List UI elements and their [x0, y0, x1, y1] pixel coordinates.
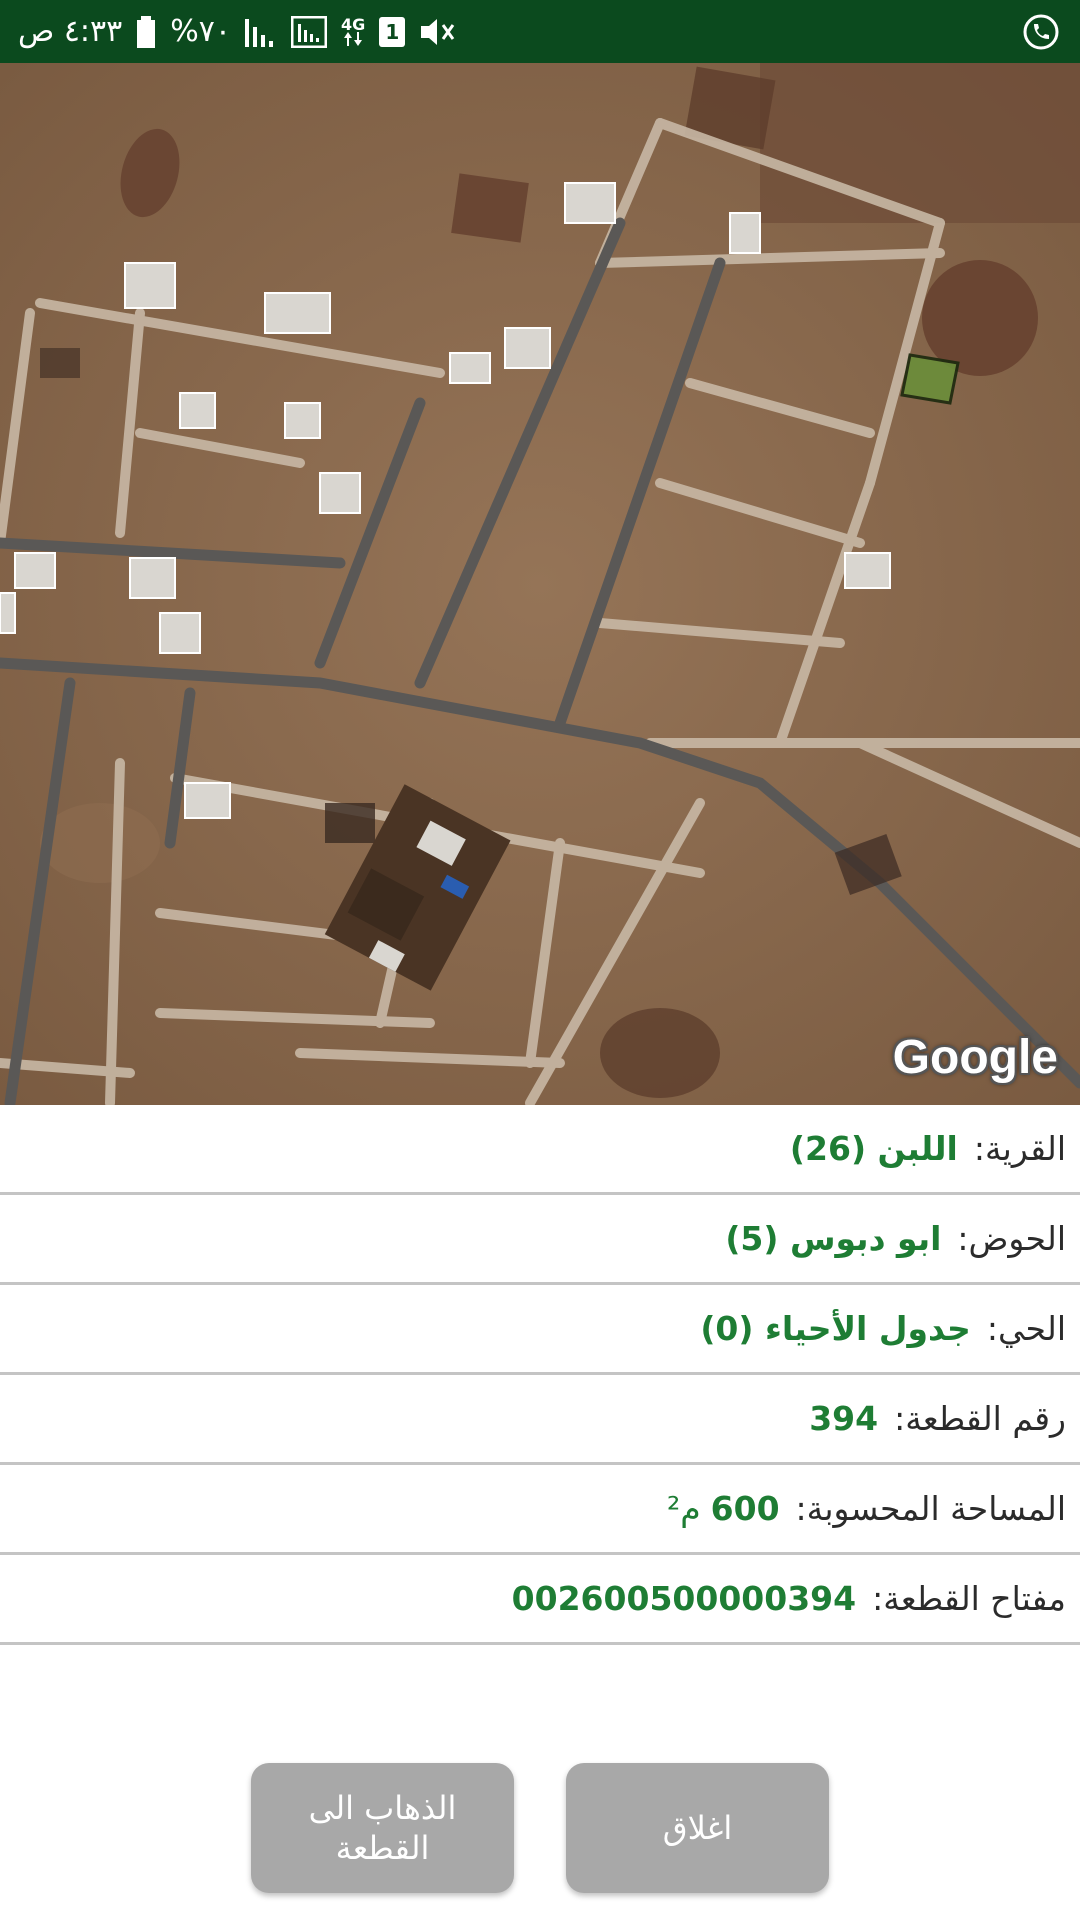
mute-icon: [419, 16, 455, 48]
close-button[interactable]: اغلاق: [566, 1763, 829, 1893]
battery-icon: [136, 15, 156, 48]
google-attribution: Google: [892, 1031, 1058, 1084]
info-row-basin: الحوض: ابو دبوس (5): [0, 1195, 1080, 1285]
parcel-number-label: رقم القطعة:: [894, 1399, 1066, 1438]
status-left-group: ٤:٣٣ ص %٧٠ 4G 1: [0, 0, 455, 63]
status-bar: ٤:٣٣ ص %٧٠ 4G 1: [0, 0, 1080, 63]
basin-label: الحوض:: [957, 1219, 1066, 1258]
signal-box-icon: [291, 15, 328, 48]
area-value: 600: [710, 1489, 780, 1528]
district-value: جدول الأحياء (0): [700, 1309, 971, 1348]
info-row-parcel-key: مفتاح القطعة: 002600500000394: [0, 1555, 1080, 1645]
status-right-group: [1022, 13, 1080, 51]
area-unit: م²: [666, 1489, 701, 1528]
area-label: المساحة المحسوبة:: [795, 1489, 1066, 1528]
info-row-district: الحي: جدول الأحياء (0): [0, 1285, 1080, 1375]
battery-level: %٧٠: [170, 14, 232, 49]
basin-value: ابو دبوس (5): [725, 1219, 942, 1258]
go-to-parcel-button[interactable]: الذهاب الى القطعة: [251, 1763, 514, 1893]
action-buttons: الذهاب الى القطعة اغلاق: [0, 1763, 1080, 1893]
info-row-area: المساحة المحسوبة: 600 م²: [0, 1465, 1080, 1555]
signal-icon: [245, 17, 277, 47]
village-label: القرية:: [973, 1129, 1066, 1168]
call-icon: [1022, 13, 1060, 51]
district-label: الحي:: [986, 1309, 1066, 1348]
highlighted-parcel[interactable]: [900, 353, 960, 405]
satellite-map[interactable]: Google: [0, 63, 1080, 1105]
parcel-key-value: 002600500000394: [511, 1579, 857, 1618]
info-row-parcel-number: رقم القطعة: 394: [0, 1375, 1080, 1465]
parcel-key-label: مفتاح القطعة:: [872, 1579, 1066, 1618]
sim-slot-label: 1: [385, 19, 400, 44]
village-value: اللبن (26): [789, 1129, 958, 1168]
parcel-number-value: 394: [809, 1399, 879, 1438]
sim-1-icon: 1: [379, 16, 406, 47]
map-imagery: [0, 63, 1080, 1105]
parcel-info-list: القرية: اللبن (26) الحوض: ابو دبوس (5) ا…: [0, 1105, 1080, 1645]
status-time: ٤:٣٣ ص: [18, 14, 123, 49]
network-label: 4G: [341, 14, 366, 34]
info-row-village: القرية: اللبن (26): [0, 1105, 1080, 1195]
network-4g-icon: 4G: [341, 14, 366, 46]
